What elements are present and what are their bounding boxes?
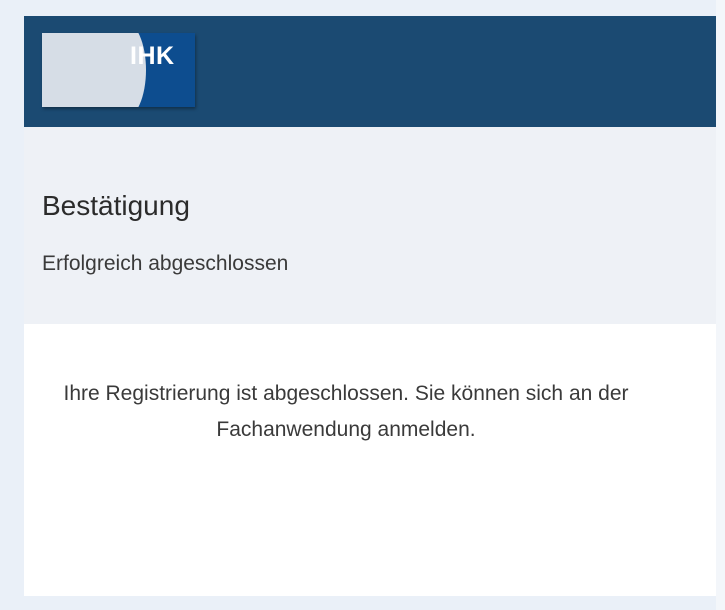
- page-subtitle: Erfolgreich abgeschlossen: [42, 252, 289, 275]
- page-background-edge: [716, 0, 725, 610]
- logo-text: IHK: [130, 42, 175, 70]
- title-section: Bestätigung Erfolgreich abgeschlossen: [24, 127, 716, 324]
- header-bar: IHK: [24, 16, 716, 127]
- confirmation-card: IHK Bestätigung Erfolgreich abgeschlosse…: [24, 16, 716, 596]
- page-title: Bestätigung: [42, 190, 190, 221]
- ihk-logo: IHK: [42, 33, 195, 107]
- confirmation-message: Ihre Registrierung ist abgeschlossen. Si…: [63, 382, 629, 441]
